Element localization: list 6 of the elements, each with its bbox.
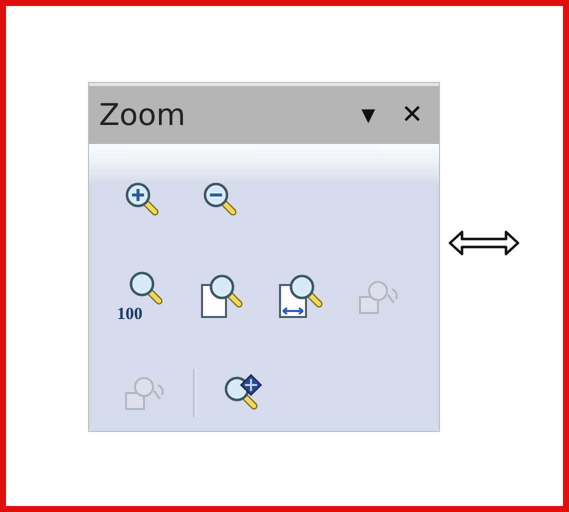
zoom-100-button[interactable]: 100 [115,268,173,326]
toolbar-title: Zoom [99,98,186,132]
page-width-icon [276,273,324,321]
resize-cursor-icon [448,228,520,258]
close-button[interactable]: ✕ [397,100,427,130]
menu-button[interactable]: ▼ [357,104,380,126]
